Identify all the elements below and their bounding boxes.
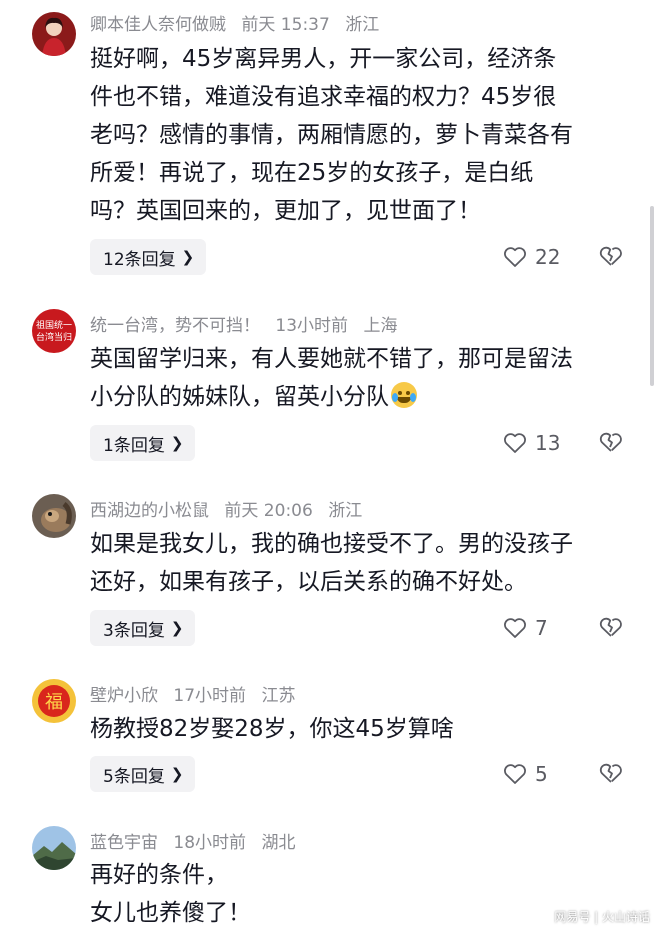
- comment-time: 18小时前: [173, 833, 247, 853]
- comment-time: 17小时前: [173, 686, 247, 706]
- reply-count-label: 1条回复: [103, 435, 165, 456]
- comment-location: 湖北: [261, 833, 296, 853]
- laughing-crying-emoji-icon: [391, 382, 417, 408]
- chevron-right-icon: ❯: [170, 434, 184, 452]
- username[interactable]: 西湖边的小松鼠: [90, 501, 209, 521]
- comment-location: 上海: [363, 316, 398, 336]
- comment-line: 还好，如果有孩子，以后关系的确不好处。: [90, 569, 527, 595]
- comment-line: 英国留学归来，有人要她就不错了，那可是留法: [90, 346, 573, 372]
- like-button[interactable]: 13: [503, 431, 560, 455]
- comment-text: 再好的条件， 女儿也养傻了！: [90, 856, 610, 932]
- avatar-text: 台湾当归: [36, 331, 72, 343]
- chevron-right-icon: ❯: [170, 619, 184, 637]
- chevron-right-icon: ❯: [170, 765, 184, 783]
- comment-line: 女儿也养傻了！: [90, 900, 251, 926]
- comment-text: 杨教授82岁娶28岁，你这45岁算啥: [90, 710, 610, 748]
- avatar[interactable]: [32, 494, 76, 538]
- comment-text: 挺好啊，45岁离异男人，开一家公司，经济条 件也不错，难道没有追求幸福的权力？4…: [90, 40, 610, 230]
- heart-icon: [504, 618, 526, 638]
- comment-line: 如果是我女儿，我的确也接受不了。男的没孩子: [90, 531, 573, 557]
- like-count: 5: [535, 762, 548, 786]
- avatar[interactable]: [32, 826, 76, 870]
- view-replies-button[interactable]: 5条回复 ❯: [90, 756, 196, 792]
- dislike-button[interactable]: [598, 616, 624, 642]
- username[interactable]: 统一台湾，势不可挡！: [90, 316, 260, 336]
- comment-location: 江苏: [261, 686, 296, 706]
- reply-count-label: 5条回复: [103, 766, 165, 787]
- comment-line: 老吗？感情的事情，两厢情愿的，萝卜青菜各有: [90, 122, 573, 148]
- avatar-text: 祖国统一: [36, 319, 72, 331]
- comment-location: 浙江: [345, 15, 380, 35]
- like-button[interactable]: 5: [503, 762, 548, 786]
- comment-time: 前天 20:06: [224, 501, 313, 521]
- avatar[interactable]: [32, 12, 76, 56]
- avatar[interactable]: 福: [32, 679, 76, 723]
- comment-line: 所爱！再说了，现在25岁的女孩子，是白纸: [90, 160, 534, 186]
- reply-count-label: 3条回复: [103, 620, 165, 641]
- view-replies-button[interactable]: 3条回复 ❯: [90, 610, 196, 646]
- dislike-button[interactable]: [598, 431, 624, 457]
- heart-icon: [504, 247, 526, 267]
- comment-meta: 卿本佳人奈何做贼 前天 15:37 浙江: [90, 10, 389, 35]
- comment-line: 再好的条件，: [90, 862, 228, 888]
- broken-heart-icon: [599, 432, 622, 452]
- reply-count-label: 12条回复: [103, 249, 176, 270]
- comment-line: 杨教授82岁娶28岁，你这45岁算啥: [90, 716, 454, 742]
- like-count: 7: [535, 616, 548, 640]
- avatar[interactable]: 祖国统一 台湾当归: [32, 309, 76, 353]
- comment-location: 浙江: [328, 501, 363, 521]
- comment-line: 挺好啊，45岁离异男人，开一家公司，经济条: [90, 46, 557, 72]
- like-button[interactable]: 7: [503, 616, 548, 640]
- dislike-button[interactable]: [598, 245, 624, 271]
- comment-text: 如果是我女儿，我的确也接受不了。男的没孩子 还好，如果有孩子，以后关系的确不好处…: [90, 525, 610, 601]
- username[interactable]: 壁炉小欣: [90, 686, 158, 706]
- broken-heart-icon: [599, 763, 622, 783]
- broken-heart-icon: [599, 617, 622, 637]
- like-count: 13: [535, 431, 561, 455]
- comment-meta: 统一台湾，势不可挡！ 13小时前 上海: [90, 311, 407, 336]
- username[interactable]: 卿本佳人奈何做贼: [90, 15, 226, 35]
- dislike-button[interactable]: [598, 762, 624, 788]
- comment-time: 13小时前: [275, 316, 349, 336]
- chevron-right-icon: ❯: [181, 248, 195, 266]
- watermark: 网易号 | 火山诗话: [554, 910, 650, 924]
- heart-icon: [504, 764, 526, 784]
- comment-line: 吗？英国回来的，更加了，见世面了！: [90, 198, 481, 224]
- broken-heart-icon: [599, 246, 622, 266]
- comment-time: 前天 15:37: [241, 15, 330, 35]
- view-replies-button[interactable]: 1条回复 ❯: [90, 425, 196, 461]
- username[interactable]: 蓝色宇宙: [90, 833, 158, 853]
- comment-line: 小分队的姊妹队，留英小分队: [90, 384, 389, 410]
- comment-meta: 西湖边的小松鼠 前天 20:06 浙江: [90, 496, 372, 521]
- comment-meta: 壁炉小欣 17小时前 江苏: [90, 681, 305, 706]
- avatar-text: 福: [45, 692, 63, 713]
- like-button[interactable]: 22: [503, 245, 560, 269]
- comment-line: 件也不错，难道没有追求幸福的权力？45岁很: [90, 84, 557, 110]
- comment-text: 英国留学归来，有人要她就不错了，那可是留法 小分队的姊妹队，留英小分队: [90, 340, 610, 416]
- view-replies-button[interactable]: 12条回复 ❯: [90, 239, 207, 275]
- comment-line-wrap: 小分队的姊妹队，留英小分队: [90, 378, 610, 416]
- like-count: 22: [535, 245, 561, 269]
- scrollbar[interactable]: [650, 206, 654, 386]
- heart-icon: [504, 433, 526, 453]
- comment-meta: 蓝色宇宙 18小时前 湖北: [90, 828, 305, 853]
